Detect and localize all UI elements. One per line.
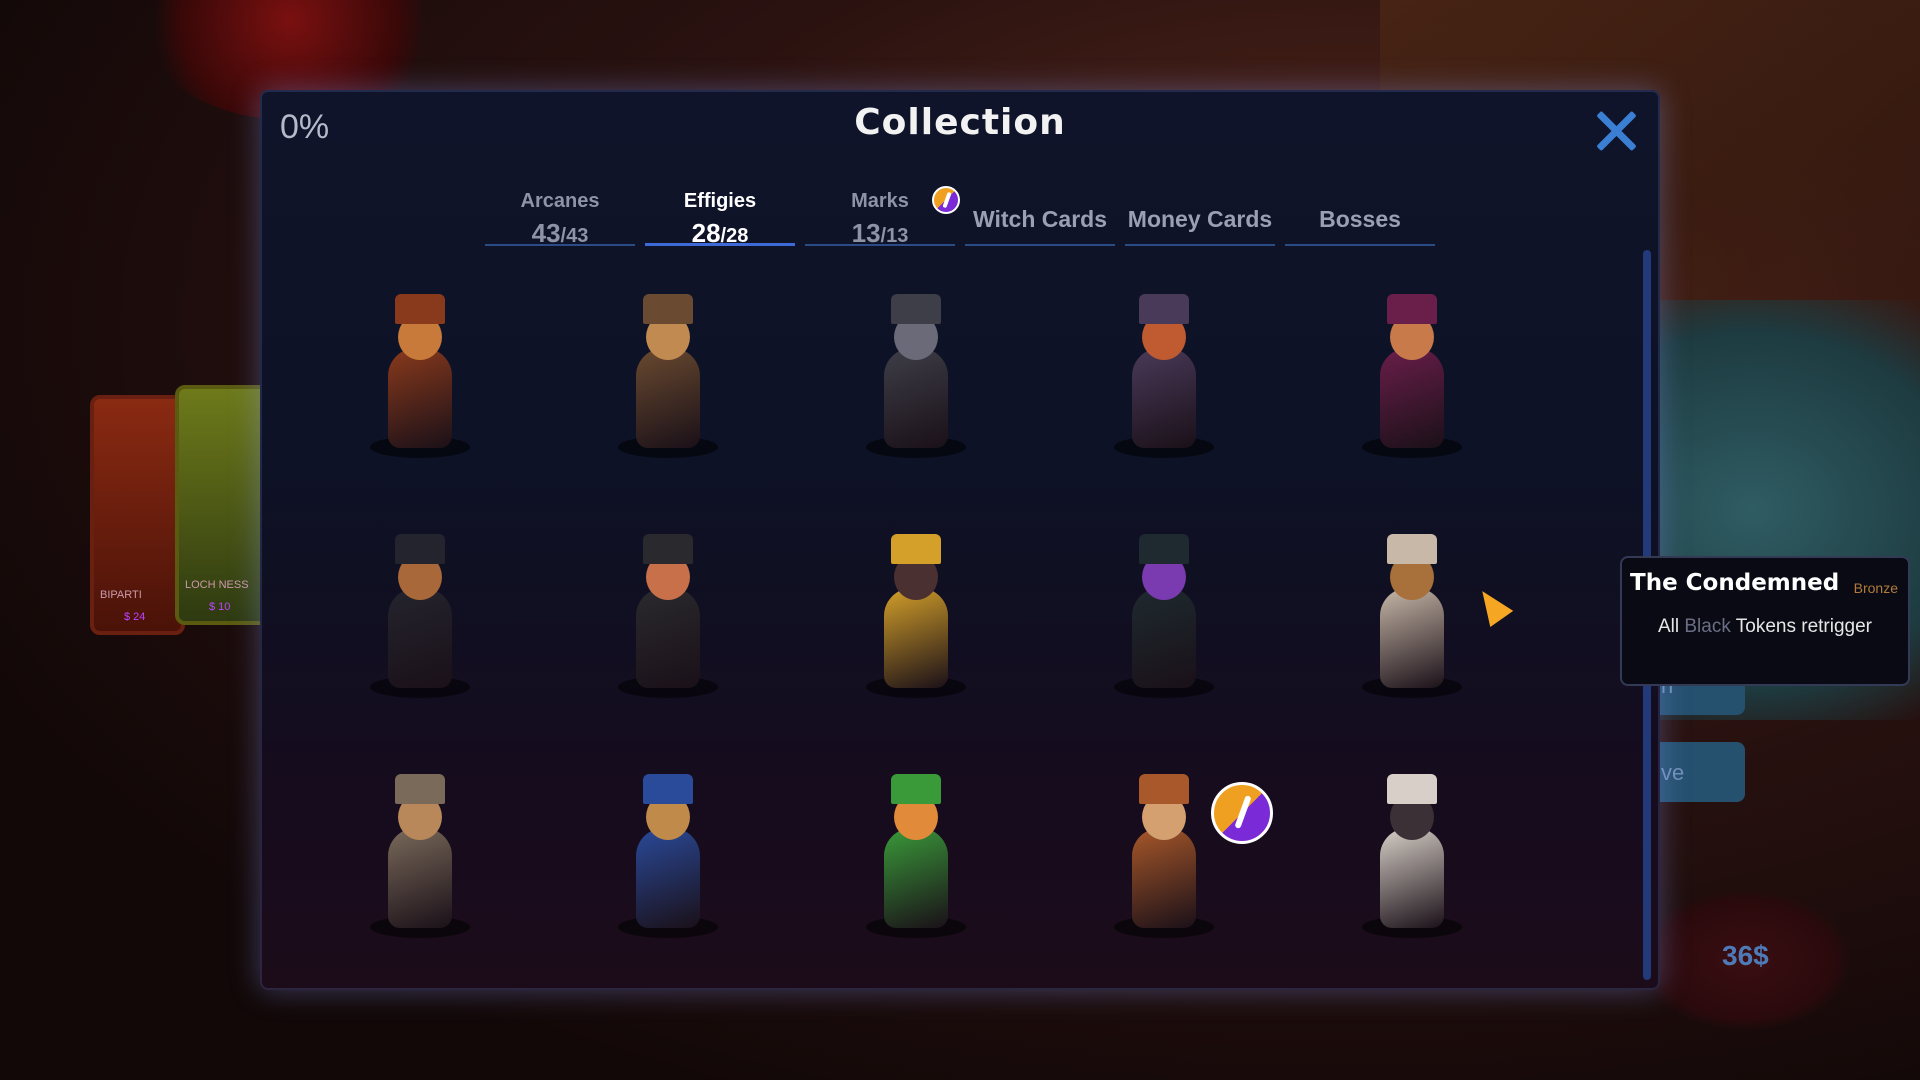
tab-label: Bosses: [1319, 206, 1401, 232]
figure-hat: [891, 774, 941, 804]
background-card-label: BIPARTI: [100, 589, 142, 601]
tab-bosses[interactable]: Bosses: [1285, 178, 1435, 246]
figure-body: [1132, 588, 1196, 688]
figure-hat: [1139, 774, 1189, 804]
skull-mirror-effigy[interactable]: [851, 510, 981, 700]
figure-body: [884, 828, 948, 928]
figure-body: [884, 348, 948, 448]
tab-count: 13/13: [851, 218, 909, 248]
tab-count: 28/28: [691, 218, 749, 248]
figure-body: [636, 588, 700, 688]
effigy-grid: [355, 270, 1605, 970]
figure-body: [1132, 348, 1196, 448]
figure-body: [636, 348, 700, 448]
smoking-woman-effigy[interactable]: [1347, 270, 1477, 460]
tooltip-rarity: Bronze: [1853, 580, 1898, 596]
figure-hat: [1139, 294, 1189, 324]
effigy-tooltip: The Condemned Bronze All Black Tokens re…: [1620, 556, 1910, 686]
figure-hat: [395, 294, 445, 324]
figure-hat: [1387, 774, 1437, 804]
tab-label: Arcanes: [520, 190, 600, 212]
figure-body: [1380, 828, 1444, 928]
background-button-text: ve: [1661, 760, 1685, 785]
gargoyle-effigy[interactable]: [851, 270, 981, 460]
figure-hat: [1387, 534, 1437, 564]
new-alert-icon: [1211, 782, 1273, 844]
collection-tabs: Arcanes 43/43 Effigies 28/28 Marks 13/13…: [485, 178, 1435, 248]
money-display: 36$: [1722, 940, 1769, 971]
figure-body: [388, 348, 452, 448]
bottled-creature-effigy[interactable]: [851, 750, 981, 940]
new-alert-icon: [932, 186, 960, 214]
figure-hat: [643, 534, 693, 564]
collection-modal: 0% Collection Arcanes 43/43 Effigies 28/…: [260, 90, 1660, 990]
figure-body: [1380, 588, 1444, 688]
tab-arcanes[interactable]: Arcanes 43/43: [485, 178, 635, 248]
tab-label: Effigies: [683, 190, 757, 212]
background-card-label: LOCH NESS: [185, 579, 249, 591]
tab-label: Witch Cards: [973, 206, 1107, 232]
tooltip-title: The Condemned: [1630, 570, 1840, 596]
figure-body: [636, 828, 700, 928]
background-card-price: $ 24: [124, 611, 146, 623]
background-card-price: $ 10: [209, 601, 231, 613]
figure-hat: [395, 534, 445, 564]
figure-hat: [1139, 534, 1189, 564]
bearded-man-effigy[interactable]: [355, 270, 485, 460]
background-card-biparti: BIPARTI $ 24: [90, 395, 185, 635]
figure-hat: [1387, 294, 1437, 324]
medusa-woman-effigy[interactable]: [603, 510, 733, 700]
trumpet-player-effigy[interactable]: [603, 750, 733, 940]
figure-body: [1132, 828, 1196, 928]
tooltip-description: All Black Tokens retrigger: [1657, 616, 1873, 637]
tab-count: 43/43: [531, 218, 589, 248]
nurse-effigy[interactable]: [1347, 750, 1477, 940]
hooded-woman-effigy[interactable]: [603, 270, 733, 460]
figure-hat: [643, 774, 693, 804]
figure-body: [388, 588, 452, 688]
the-condemned-effigy[interactable]: [1347, 510, 1477, 700]
tab-witch-cards[interactable]: Witch Cards: [965, 178, 1115, 246]
figure-hat: [643, 294, 693, 324]
tab-money-cards[interactable]: Money Cards: [1125, 178, 1275, 246]
monkey-effigy[interactable]: [1099, 750, 1273, 940]
tab-effigies[interactable]: Effigies 28/28: [645, 178, 795, 248]
tab-label: Money Cards: [1127, 206, 1273, 232]
figure-hat: [395, 774, 445, 804]
figure-body: [884, 588, 948, 688]
background-shop-cards: BIPARTI $ 24 LOCH NESS $ 10: [90, 385, 270, 645]
tab-marks[interactable]: Marks 13/13: [805, 178, 960, 248]
torch-bearer-effigy[interactable]: [355, 750, 485, 940]
figure-hat: [891, 534, 941, 564]
banjo-player-effigy[interactable]: [355, 510, 485, 700]
modal-title: Collection: [854, 102, 1066, 143]
figure-body: [1380, 348, 1444, 448]
background-card-loch-ness: LOCH NESS $ 10: [175, 385, 270, 625]
hooded-shadow-effigy[interactable]: [1099, 510, 1229, 700]
figure-body: [388, 828, 452, 928]
figure-hat: [891, 294, 941, 324]
close-icon[interactable]: [1593, 108, 1639, 154]
top-hat-redhead-effigy[interactable]: [1099, 270, 1229, 460]
